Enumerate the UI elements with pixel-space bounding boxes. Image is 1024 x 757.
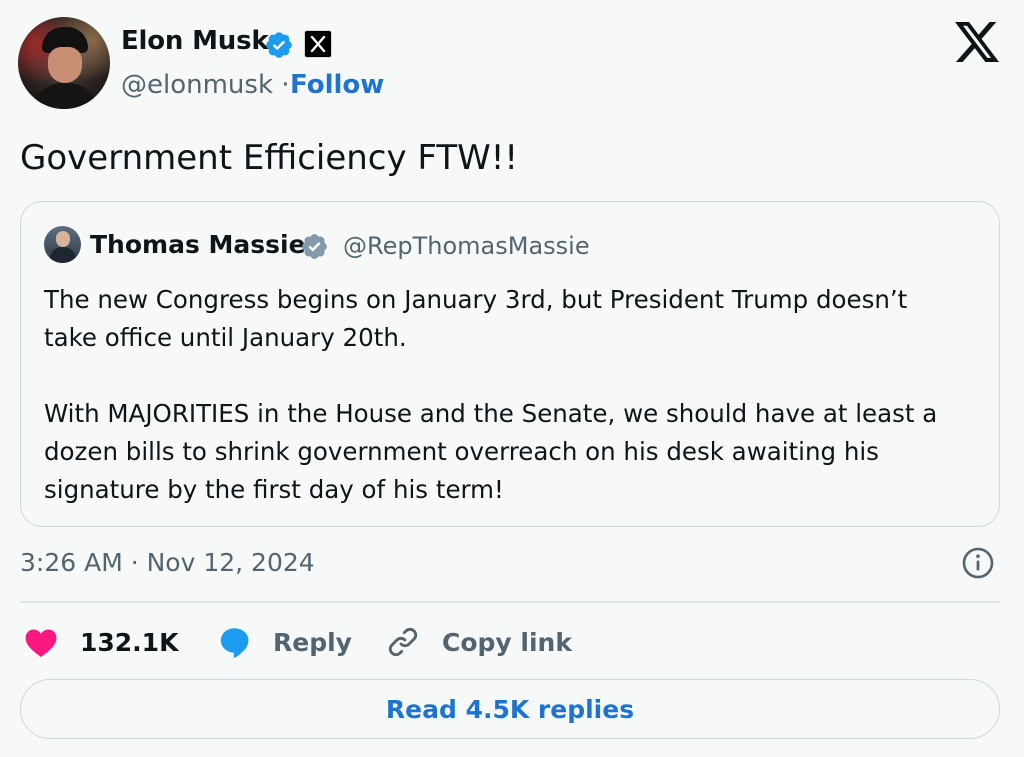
- quoted-author-name[interactable]: Thomas Massie: [90, 230, 306, 259]
- author-avatar[interactable]: [18, 17, 110, 109]
- quoted-author-avatar[interactable]: [44, 226, 81, 263]
- gray-verified-badge-icon: [302, 234, 327, 259]
- link-icon: [388, 627, 418, 657]
- like-count: 132.1K: [80, 627, 179, 657]
- handle-separator: ·: [281, 70, 290, 100]
- author-name[interactable]: Elon Musk: [121, 26, 269, 56]
- x-affiliate-badge-icon: [304, 30, 332, 58]
- heart-icon: [25, 629, 57, 658]
- copy-link-button[interactable]: Copy link: [386, 620, 572, 664]
- verified-badge-icon: [266, 32, 292, 58]
- author-handle-text[interactable]: @elonmusk: [121, 70, 273, 100]
- quoted-paragraph: With MAJORITIES in the House and the Sen…: [44, 399, 938, 504]
- reply-label: Reply: [273, 627, 352, 657]
- quoted-paragraph: The new Congress begins on January 3rd, …: [44, 285, 908, 352]
- author-handle[interactable]: @elonmusk ·: [121, 70, 290, 100]
- divider: [20, 601, 1000, 603]
- quoted-tweet-body: The new Congress begins on January 3rd, …: [44, 281, 984, 509]
- copy-link-label: Copy link: [442, 627, 572, 657]
- like-button[interactable]: 132.1K: [24, 620, 178, 664]
- info-icon[interactable]: [961, 546, 995, 580]
- quoted-author-handle[interactable]: @RepThomasMassie: [343, 232, 590, 260]
- x-logo-icon[interactable]: [955, 22, 999, 62]
- reply-button[interactable]: Reply: [217, 620, 352, 664]
- read-replies-button[interactable]: Read 4.5K replies: [20, 679, 1000, 739]
- follow-button[interactable]: Follow: [290, 70, 384, 100]
- read-replies-label: Read 4.5K replies: [385, 694, 635, 724]
- reply-bubble-icon: [220, 628, 249, 658]
- tweet-text: Government Efficiency FTW!!: [20, 138, 519, 178]
- tweet-timestamp[interactable]: 3:26 AM · Nov 12, 2024: [20, 548, 315, 577]
